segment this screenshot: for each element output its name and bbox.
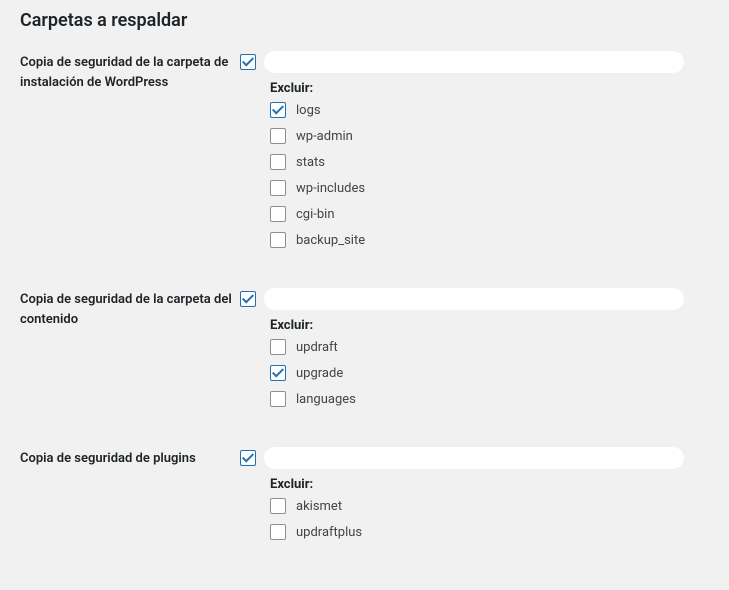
exclude-item-logs: logs	[270, 102, 709, 118]
exclude-wp-includes-checkbox[interactable]	[270, 180, 286, 196]
section-wordpress-install: Copia de seguridad de la carpeta de inst…	[20, 51, 709, 258]
section-content-folder: Copia de seguridad de la carpeta del con…	[20, 288, 709, 417]
main-toggle-row	[240, 288, 709, 310]
redacted-path	[264, 447, 684, 469]
main-toggle-row	[240, 51, 709, 73]
exclude-stats-checkbox[interactable]	[270, 154, 286, 170]
exclude-item-label: languages	[296, 392, 356, 407]
exclude-item-label: upgrade	[296, 366, 343, 381]
exclude-item-label: stats	[296, 155, 325, 170]
section-label: Copia de seguridad de plugins	[20, 447, 240, 469]
backup-content-checkbox[interactable]	[240, 291, 256, 307]
exclude-akismet-checkbox[interactable]	[270, 498, 286, 514]
main-toggle-row	[240, 447, 709, 469]
exclude-item-label: logs	[296, 103, 321, 118]
exclude-item-label: wp-admin	[296, 129, 353, 144]
exclude-item-cgi-bin: cgi-bin	[270, 206, 709, 222]
exclude-item-updraft: updraft	[270, 339, 709, 355]
settings-panel: Carpetas a respaldar Copia de seguridad …	[0, 0, 729, 590]
exclude-item-backup-site: backup_site	[270, 232, 709, 248]
redacted-path	[264, 288, 684, 310]
section-content: Excluir: logs wp-admin stats wp-includes	[240, 51, 709, 258]
page-title: Carpetas a respaldar	[20, 10, 709, 31]
exclude-upgrade-checkbox[interactable]	[270, 365, 286, 381]
redacted-path	[264, 51, 684, 73]
exclude-label: Excluir:	[270, 477, 709, 492]
exclude-item-wp-admin: wp-admin	[270, 128, 709, 144]
exclude-block: Excluir: logs wp-admin stats wp-includes	[240, 81, 709, 248]
exclude-updraftplus-checkbox[interactable]	[270, 524, 286, 540]
exclude-backup-site-checkbox[interactable]	[270, 232, 286, 248]
exclude-updraft-checkbox[interactable]	[270, 339, 286, 355]
exclude-item-stats: stats	[270, 154, 709, 170]
exclude-logs-checkbox[interactable]	[270, 102, 286, 118]
exclude-block: Excluir: akismet updraftplus	[240, 477, 709, 540]
section-plugins: Copia de seguridad de plugins Excluir: a…	[20, 447, 709, 550]
exclude-wp-admin-checkbox[interactable]	[270, 128, 286, 144]
section-content: Excluir: updraft upgrade languages	[240, 288, 709, 417]
exclude-item-akismet: akismet	[270, 498, 709, 514]
exclude-item-wp-includes: wp-includes	[270, 180, 709, 196]
exclude-item-upgrade: upgrade	[270, 365, 709, 381]
backup-plugins-checkbox[interactable]	[240, 450, 256, 466]
exclude-item-label: wp-includes	[296, 181, 365, 196]
section-content: Excluir: akismet updraftplus	[240, 447, 709, 550]
exclude-item-languages: languages	[270, 391, 709, 407]
exclude-item-label: cgi-bin	[296, 207, 335, 222]
backup-wordpress-checkbox[interactable]	[240, 54, 256, 70]
exclude-label: Excluir:	[270, 318, 709, 333]
exclude-item-updraftplus: updraftplus	[270, 524, 709, 540]
section-label: Copia de seguridad de la carpeta del con…	[20, 288, 240, 329]
exclude-item-label: akismet	[296, 499, 342, 514]
section-label: Copia de seguridad de la carpeta de inst…	[20, 51, 240, 92]
exclude-languages-checkbox[interactable]	[270, 391, 286, 407]
exclude-cgi-bin-checkbox[interactable]	[270, 206, 286, 222]
exclude-item-label: updraft	[296, 340, 338, 355]
exclude-label: Excluir:	[270, 81, 709, 96]
exclude-item-label: updraftplus	[296, 525, 362, 540]
exclude-block: Excluir: updraft upgrade languages	[240, 318, 709, 407]
exclude-item-label: backup_site	[296, 233, 365, 248]
